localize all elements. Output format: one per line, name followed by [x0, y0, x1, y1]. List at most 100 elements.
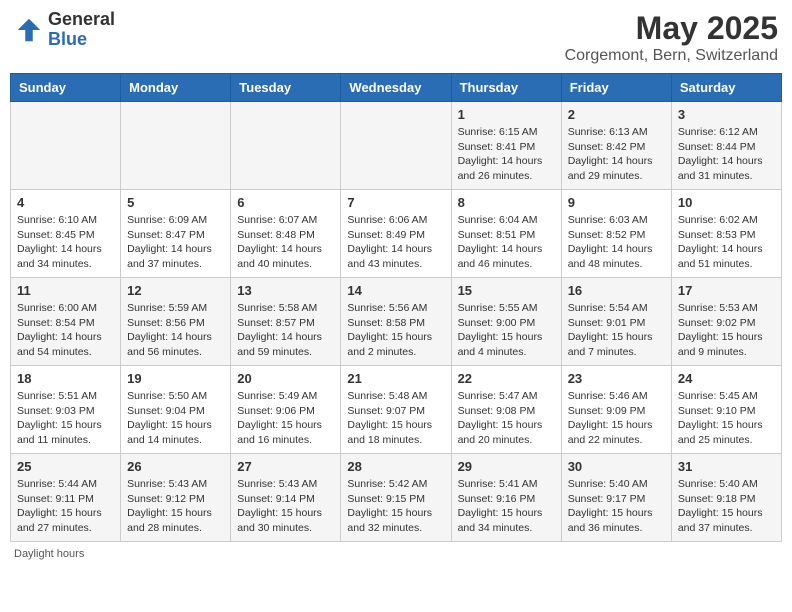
- calendar-header: SundayMondayTuesdayWednesdayThursdayFrid…: [11, 74, 782, 102]
- day-number: 13: [237, 283, 334, 298]
- day-number: 26: [127, 459, 224, 474]
- day-info: Sunrise: 6:07 AMSunset: 8:48 PMDaylight:…: [237, 213, 334, 272]
- day-info: Sunrise: 5:46 AMSunset: 9:09 PMDaylight:…: [568, 389, 665, 448]
- day-cell: 23 Sunrise: 5:46 AMSunset: 9:09 PMDayligh…: [561, 366, 671, 454]
- day-number: 5: [127, 195, 224, 210]
- week-row-2: 4 Sunrise: 6:10 AMSunset: 8:45 PMDaylight…: [11, 190, 782, 278]
- day-info: Sunrise: 5:42 AMSunset: 9:15 PMDaylight:…: [347, 477, 444, 536]
- day-number: 27: [237, 459, 334, 474]
- day-number: 29: [458, 459, 555, 474]
- day-number: 25: [17, 459, 114, 474]
- day-cell: 30Sunrise: 5:40 AMSunset: 9:17 PMDayligh…: [561, 454, 671, 542]
- header: General Blue May 2025 Corgemont, Bern, S…: [10, 10, 782, 65]
- day-cell: 27 Sunrise: 5:43 AMSunset: 9:14 PMDayligh…: [231, 454, 341, 542]
- day-header-friday: Friday: [561, 74, 671, 102]
- day-cell: 10 Sunrise: 6:02 AMSunset: 8:53 PMDayligh…: [671, 190, 781, 278]
- day-number: 10: [678, 195, 775, 210]
- day-info: Sunrise: 6:06 AMSunset: 8:49 PMDaylight:…: [347, 213, 444, 272]
- day-info: Sunrise: 5:44 AMSunset: 9:11 PMDaylight:…: [17, 477, 114, 536]
- day-number: 22: [458, 371, 555, 386]
- week-row-3: 11 Sunrise: 6:00 AMSunset: 8:54 PMDayligh…: [11, 278, 782, 366]
- day-number: 31: [678, 459, 775, 474]
- day-cell: 4 Sunrise: 6:10 AMSunset: 8:45 PMDaylight…: [11, 190, 121, 278]
- day-number: 8: [458, 195, 555, 210]
- day-number: 4: [17, 195, 114, 210]
- day-cell: 31 Sunrise: 5:40 AMSunset: 9:18 PMDayligh…: [671, 454, 781, 542]
- day-cell: [231, 102, 341, 190]
- day-info: Sunrise: 5:41 AMSunset: 9:16 PMDaylight:…: [458, 477, 555, 536]
- day-info: Sunrise: 5:49 AMSunset: 9:06 PMDaylight:…: [237, 389, 334, 448]
- day-number: 2: [568, 107, 665, 122]
- day-info: Sunrise: 5:54 AMSunset: 9:01 PMDaylight:…: [568, 301, 665, 360]
- daylight-label: Daylight hours: [14, 548, 84, 560]
- day-info: Sunrise: 6:13 AMSunset: 8:42 PMDaylight:…: [568, 125, 665, 184]
- day-info: Sunrise: 5:45 AMSunset: 9:10 PMDaylight:…: [678, 389, 775, 448]
- day-number: 28: [347, 459, 444, 474]
- location-title: Corgemont, Bern, Switzerland: [565, 47, 778, 65]
- day-info: Sunrise: 6:04 AMSunset: 8:51 PMDaylight:…: [458, 213, 555, 272]
- day-cell: [341, 102, 451, 190]
- logo: General Blue: [14, 10, 115, 50]
- day-number: 3: [678, 107, 775, 122]
- logo-icon: [14, 15, 44, 45]
- day-cell: 1 Sunrise: 6:15 AMSunset: 8:41 PMDaylight…: [451, 102, 561, 190]
- day-info: Sunrise: 5:43 AMSunset: 9:14 PMDaylight:…: [237, 477, 334, 536]
- day-cell: 13Sunrise: 5:58 AMSunset: 8:57 PMDayligh…: [231, 278, 341, 366]
- calendar-table: SundayMondayTuesdayWednesdayThursdayFrid…: [10, 73, 782, 542]
- day-cell: 7 Sunrise: 6:06 AMSunset: 8:49 PMDaylight…: [341, 190, 451, 278]
- day-number: 7: [347, 195, 444, 210]
- day-cell: 12 Sunrise: 5:59 AMSunset: 8:56 PMDayligh…: [121, 278, 231, 366]
- day-info: Sunrise: 6:10 AMSunset: 8:45 PMDaylight:…: [17, 213, 114, 272]
- day-info: Sunrise: 5:40 AMSunset: 9:18 PMDaylight:…: [678, 477, 775, 536]
- title-area: May 2025 Corgemont, Bern, Switzerland: [565, 10, 778, 65]
- day-number: 23: [568, 371, 665, 386]
- day-number: 21: [347, 371, 444, 386]
- day-number: 12: [127, 283, 224, 298]
- day-info: Sunrise: 5:53 AMSunset: 9:02 PMDaylight:…: [678, 301, 775, 360]
- logo-general-text: General: [48, 9, 115, 29]
- calendar-body: 1 Sunrise: 6:15 AMSunset: 8:41 PMDaylight…: [11, 102, 782, 542]
- day-number: 9: [568, 195, 665, 210]
- day-cell: 25 Sunrise: 5:44 AMSunset: 9:11 PMDayligh…: [11, 454, 121, 542]
- day-header-wednesday: Wednesday: [341, 74, 451, 102]
- day-header-sunday: Sunday: [11, 74, 121, 102]
- week-row-4: 18 Sunrise: 5:51 AMSunset: 9:03 PMDayligh…: [11, 366, 782, 454]
- day-info: Sunrise: 5:55 AMSunset: 9:00 PMDaylight:…: [458, 301, 555, 360]
- day-number: 19: [127, 371, 224, 386]
- day-info: Sunrise: 5:51 AMSunset: 9:03 PMDaylight:…: [17, 389, 114, 448]
- day-cell: 15Sunrise: 5:55 AMSunset: 9:00 PMDayligh…: [451, 278, 561, 366]
- day-cell: 9 Sunrise: 6:03 AMSunset: 8:52 PMDaylight…: [561, 190, 671, 278]
- day-cell: 19 Sunrise: 5:50 AMSunset: 9:04 PMDayligh…: [121, 366, 231, 454]
- day-info: Sunrise: 5:48 AMSunset: 9:07 PMDaylight:…: [347, 389, 444, 448]
- footer-note: Daylight hours: [10, 548, 782, 560]
- day-number: 11: [17, 283, 114, 298]
- day-header-tuesday: Tuesday: [231, 74, 341, 102]
- day-cell: 8 Sunrise: 6:04 AMSunset: 8:51 PMDaylight…: [451, 190, 561, 278]
- day-cell: 11 Sunrise: 6:00 AMSunset: 8:54 PMDayligh…: [11, 278, 121, 366]
- day-number: 18: [17, 371, 114, 386]
- day-info: Sunrise: 5:43 AMSunset: 9:12 PMDaylight:…: [127, 477, 224, 536]
- day-cell: 16 Sunrise: 5:54 AMSunset: 9:01 PMDayligh…: [561, 278, 671, 366]
- day-cell: 21 Sunrise: 5:48 AMSunset: 9:07 PMDayligh…: [341, 366, 451, 454]
- day-info: Sunrise: 6:03 AMSunset: 8:52 PMDaylight:…: [568, 213, 665, 272]
- day-info: Sunrise: 6:15 AMSunset: 8:41 PMDaylight:…: [458, 125, 555, 184]
- day-number: 30: [568, 459, 665, 474]
- day-info: Sunrise: 6:00 AMSunset: 8:54 PMDaylight:…: [17, 301, 114, 360]
- day-cell: 5Sunrise: 6:09 AMSunset: 8:47 PMDaylight…: [121, 190, 231, 278]
- day-number: 6: [237, 195, 334, 210]
- day-number: 24: [678, 371, 775, 386]
- day-cell: 6 Sunrise: 6:07 AMSunset: 8:48 PMDaylight…: [231, 190, 341, 278]
- day-cell: 22Sunrise: 5:47 AMSunset: 9:08 PMDayligh…: [451, 366, 561, 454]
- day-info: Sunrise: 5:59 AMSunset: 8:56 PMDaylight:…: [127, 301, 224, 360]
- week-row-5: 25 Sunrise: 5:44 AMSunset: 9:11 PMDayligh…: [11, 454, 782, 542]
- day-number: 1: [458, 107, 555, 122]
- day-cell: 2 Sunrise: 6:13 AMSunset: 8:42 PMDaylight…: [561, 102, 671, 190]
- day-header-monday: Monday: [121, 74, 231, 102]
- day-number: 16: [568, 283, 665, 298]
- day-number: 20: [237, 371, 334, 386]
- day-info: Sunrise: 5:56 AMSunset: 8:58 PMDaylight:…: [347, 301, 444, 360]
- day-info: Sunrise: 6:02 AMSunset: 8:53 PMDaylight:…: [678, 213, 775, 272]
- week-row-1: 1 Sunrise: 6:15 AMSunset: 8:41 PMDaylight…: [11, 102, 782, 190]
- day-info: Sunrise: 5:50 AMSunset: 9:04 PMDaylight:…: [127, 389, 224, 448]
- month-title: May 2025: [565, 10, 778, 47]
